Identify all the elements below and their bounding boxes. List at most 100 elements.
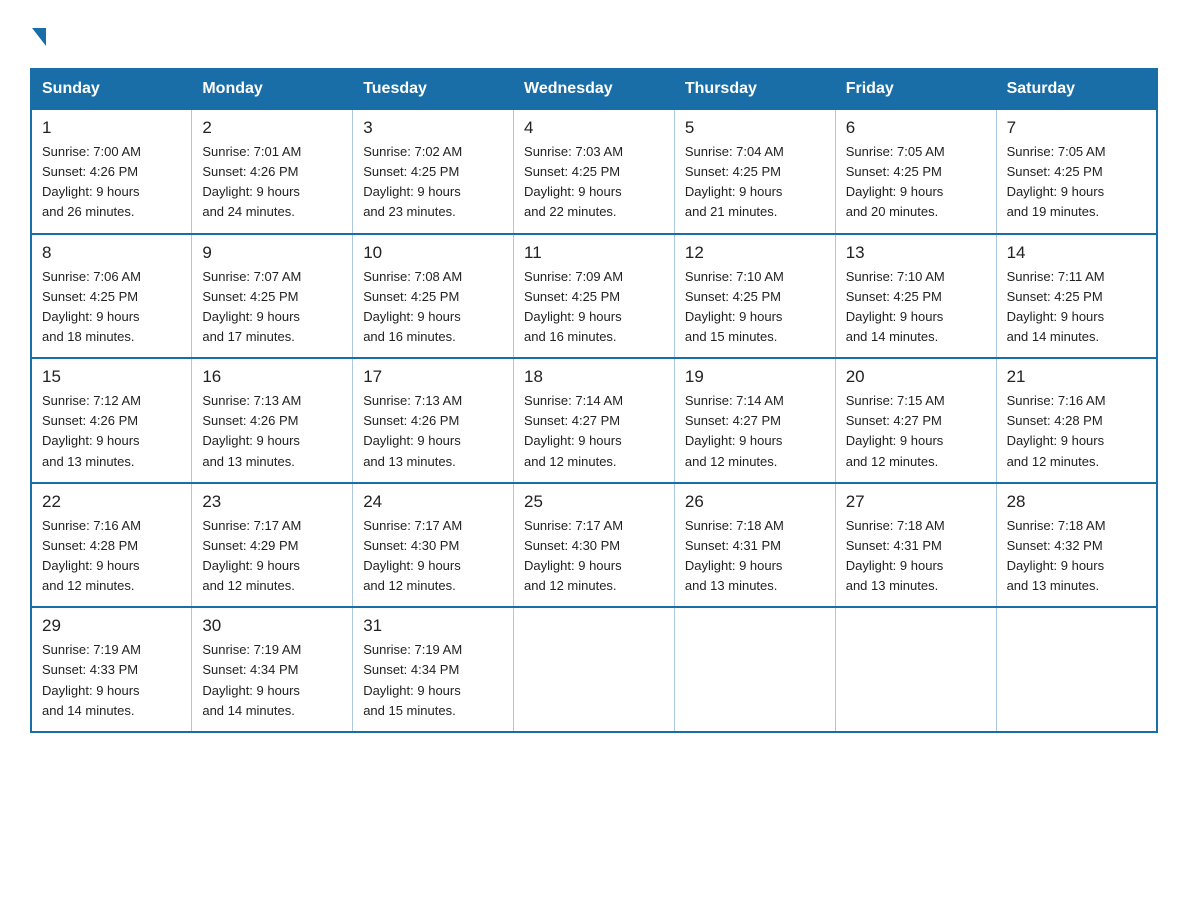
day-number: 27 bbox=[846, 492, 986, 512]
logo bbox=[30, 28, 46, 50]
calendar-header-thursday: Thursday bbox=[674, 69, 835, 109]
calendar-header-tuesday: Tuesday bbox=[353, 69, 514, 109]
calendar-header-saturday: Saturday bbox=[996, 69, 1157, 109]
day-number: 16 bbox=[202, 367, 342, 387]
day-number: 20 bbox=[846, 367, 986, 387]
day-info: Sunrise: 7:18 AMSunset: 4:31 PMDaylight:… bbox=[846, 518, 945, 593]
day-info: Sunrise: 7:19 AMSunset: 4:34 PMDaylight:… bbox=[363, 642, 462, 717]
calendar-header-row: SundayMondayTuesdayWednesdayThursdayFrid… bbox=[31, 69, 1157, 109]
calendar-header-monday: Monday bbox=[192, 69, 353, 109]
day-number: 13 bbox=[846, 243, 986, 263]
day-info: Sunrise: 7:10 AMSunset: 4:25 PMDaylight:… bbox=[846, 269, 945, 344]
calendar-day-cell: 24 Sunrise: 7:17 AMSunset: 4:30 PMDaylig… bbox=[353, 483, 514, 608]
day-info: Sunrise: 7:10 AMSunset: 4:25 PMDaylight:… bbox=[685, 269, 784, 344]
day-info: Sunrise: 7:01 AMSunset: 4:26 PMDaylight:… bbox=[202, 144, 301, 219]
calendar-day-cell: 19 Sunrise: 7:14 AMSunset: 4:27 PMDaylig… bbox=[674, 358, 835, 483]
calendar-day-cell: 15 Sunrise: 7:12 AMSunset: 4:26 PMDaylig… bbox=[31, 358, 192, 483]
day-number: 23 bbox=[202, 492, 342, 512]
calendar-day-cell: 9 Sunrise: 7:07 AMSunset: 4:25 PMDayligh… bbox=[192, 234, 353, 359]
calendar-day-cell: 8 Sunrise: 7:06 AMSunset: 4:25 PMDayligh… bbox=[31, 234, 192, 359]
calendar-day-cell: 13 Sunrise: 7:10 AMSunset: 4:25 PMDaylig… bbox=[835, 234, 996, 359]
calendar-day-cell: 31 Sunrise: 7:19 AMSunset: 4:34 PMDaylig… bbox=[353, 607, 514, 732]
calendar-day-cell: 11 Sunrise: 7:09 AMSunset: 4:25 PMDaylig… bbox=[514, 234, 675, 359]
day-info: Sunrise: 7:05 AMSunset: 4:25 PMDaylight:… bbox=[846, 144, 945, 219]
day-number: 6 bbox=[846, 118, 986, 138]
day-number: 24 bbox=[363, 492, 503, 512]
calendar-day-cell: 23 Sunrise: 7:17 AMSunset: 4:29 PMDaylig… bbox=[192, 483, 353, 608]
day-number: 18 bbox=[524, 367, 664, 387]
day-number: 22 bbox=[42, 492, 181, 512]
day-info: Sunrise: 7:13 AMSunset: 4:26 PMDaylight:… bbox=[363, 393, 462, 468]
calendar-day-cell: 2 Sunrise: 7:01 AMSunset: 4:26 PMDayligh… bbox=[192, 109, 353, 234]
day-info: Sunrise: 7:16 AMSunset: 4:28 PMDaylight:… bbox=[42, 518, 141, 593]
calendar-day-cell bbox=[835, 607, 996, 732]
day-info: Sunrise: 7:19 AMSunset: 4:33 PMDaylight:… bbox=[42, 642, 141, 717]
day-number: 19 bbox=[685, 367, 825, 387]
day-info: Sunrise: 7:13 AMSunset: 4:26 PMDaylight:… bbox=[202, 393, 301, 468]
calendar-day-cell: 30 Sunrise: 7:19 AMSunset: 4:34 PMDaylig… bbox=[192, 607, 353, 732]
day-number: 9 bbox=[202, 243, 342, 263]
day-number: 3 bbox=[363, 118, 503, 138]
calendar-day-cell: 17 Sunrise: 7:13 AMSunset: 4:26 PMDaylig… bbox=[353, 358, 514, 483]
day-number: 30 bbox=[202, 616, 342, 636]
day-number: 12 bbox=[685, 243, 825, 263]
day-info: Sunrise: 7:18 AMSunset: 4:32 PMDaylight:… bbox=[1007, 518, 1106, 593]
day-info: Sunrise: 7:08 AMSunset: 4:25 PMDaylight:… bbox=[363, 269, 462, 344]
calendar-day-cell: 27 Sunrise: 7:18 AMSunset: 4:31 PMDaylig… bbox=[835, 483, 996, 608]
day-info: Sunrise: 7:12 AMSunset: 4:26 PMDaylight:… bbox=[42, 393, 141, 468]
day-info: Sunrise: 7:07 AMSunset: 4:25 PMDaylight:… bbox=[202, 269, 301, 344]
day-info: Sunrise: 7:03 AMSunset: 4:25 PMDaylight:… bbox=[524, 144, 623, 219]
day-info: Sunrise: 7:04 AMSunset: 4:25 PMDaylight:… bbox=[685, 144, 784, 219]
day-info: Sunrise: 7:15 AMSunset: 4:27 PMDaylight:… bbox=[846, 393, 945, 468]
day-number: 31 bbox=[363, 616, 503, 636]
day-number: 14 bbox=[1007, 243, 1146, 263]
calendar-day-cell: 22 Sunrise: 7:16 AMSunset: 4:28 PMDaylig… bbox=[31, 483, 192, 608]
day-info: Sunrise: 7:18 AMSunset: 4:31 PMDaylight:… bbox=[685, 518, 784, 593]
logo-arrow-icon bbox=[32, 28, 46, 46]
calendar-day-cell: 28 Sunrise: 7:18 AMSunset: 4:32 PMDaylig… bbox=[996, 483, 1157, 608]
calendar-table: SundayMondayTuesdayWednesdayThursdayFrid… bbox=[30, 68, 1158, 733]
calendar-day-cell bbox=[514, 607, 675, 732]
calendar-day-cell bbox=[996, 607, 1157, 732]
calendar-week-row: 15 Sunrise: 7:12 AMSunset: 4:26 PMDaylig… bbox=[31, 358, 1157, 483]
calendar-week-row: 29 Sunrise: 7:19 AMSunset: 4:33 PMDaylig… bbox=[31, 607, 1157, 732]
day-number: 8 bbox=[42, 243, 181, 263]
calendar-header-sunday: Sunday bbox=[31, 69, 192, 109]
day-info: Sunrise: 7:06 AMSunset: 4:25 PMDaylight:… bbox=[42, 269, 141, 344]
day-info: Sunrise: 7:11 AMSunset: 4:25 PMDaylight:… bbox=[1007, 269, 1105, 344]
day-number: 11 bbox=[524, 243, 664, 263]
calendar-day-cell: 16 Sunrise: 7:13 AMSunset: 4:26 PMDaylig… bbox=[192, 358, 353, 483]
calendar-header-friday: Friday bbox=[835, 69, 996, 109]
day-number: 5 bbox=[685, 118, 825, 138]
day-number: 4 bbox=[524, 118, 664, 138]
calendar-day-cell: 10 Sunrise: 7:08 AMSunset: 4:25 PMDaylig… bbox=[353, 234, 514, 359]
day-number: 29 bbox=[42, 616, 181, 636]
calendar-day-cell: 6 Sunrise: 7:05 AMSunset: 4:25 PMDayligh… bbox=[835, 109, 996, 234]
calendar-day-cell: 7 Sunrise: 7:05 AMSunset: 4:25 PMDayligh… bbox=[996, 109, 1157, 234]
calendar-day-cell: 3 Sunrise: 7:02 AMSunset: 4:25 PMDayligh… bbox=[353, 109, 514, 234]
day-info: Sunrise: 7:00 AMSunset: 4:26 PMDaylight:… bbox=[42, 144, 141, 219]
day-number: 26 bbox=[685, 492, 825, 512]
day-info: Sunrise: 7:09 AMSunset: 4:25 PMDaylight:… bbox=[524, 269, 623, 344]
day-info: Sunrise: 7:05 AMSunset: 4:25 PMDaylight:… bbox=[1007, 144, 1106, 219]
calendar-day-cell: 5 Sunrise: 7:04 AMSunset: 4:25 PMDayligh… bbox=[674, 109, 835, 234]
calendar-day-cell: 29 Sunrise: 7:19 AMSunset: 4:33 PMDaylig… bbox=[31, 607, 192, 732]
calendar-day-cell: 12 Sunrise: 7:10 AMSunset: 4:25 PMDaylig… bbox=[674, 234, 835, 359]
day-info: Sunrise: 7:02 AMSunset: 4:25 PMDaylight:… bbox=[363, 144, 462, 219]
day-info: Sunrise: 7:17 AMSunset: 4:30 PMDaylight:… bbox=[524, 518, 623, 593]
calendar-day-cell: 18 Sunrise: 7:14 AMSunset: 4:27 PMDaylig… bbox=[514, 358, 675, 483]
calendar-day-cell: 21 Sunrise: 7:16 AMSunset: 4:28 PMDaylig… bbox=[996, 358, 1157, 483]
logo-text bbox=[30, 28, 46, 48]
calendar-week-row: 1 Sunrise: 7:00 AMSunset: 4:26 PMDayligh… bbox=[31, 109, 1157, 234]
day-info: Sunrise: 7:19 AMSunset: 4:34 PMDaylight:… bbox=[202, 642, 301, 717]
day-info: Sunrise: 7:14 AMSunset: 4:27 PMDaylight:… bbox=[524, 393, 623, 468]
calendar-day-cell: 4 Sunrise: 7:03 AMSunset: 4:25 PMDayligh… bbox=[514, 109, 675, 234]
day-number: 21 bbox=[1007, 367, 1146, 387]
day-number: 2 bbox=[202, 118, 342, 138]
day-info: Sunrise: 7:17 AMSunset: 4:30 PMDaylight:… bbox=[363, 518, 462, 593]
day-number: 7 bbox=[1007, 118, 1146, 138]
day-number: 10 bbox=[363, 243, 503, 263]
day-number: 1 bbox=[42, 118, 181, 138]
day-info: Sunrise: 7:14 AMSunset: 4:27 PMDaylight:… bbox=[685, 393, 784, 468]
calendar-day-cell: 25 Sunrise: 7:17 AMSunset: 4:30 PMDaylig… bbox=[514, 483, 675, 608]
